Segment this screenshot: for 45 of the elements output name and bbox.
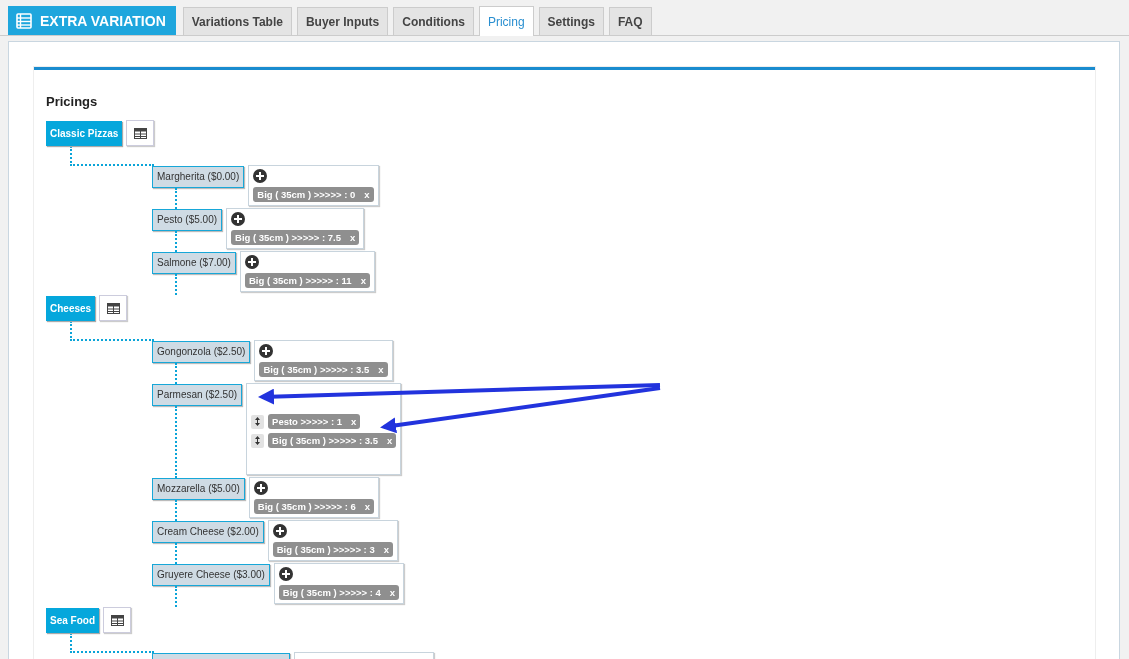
item-label[interactable]: Cream Cheese ($2.00) bbox=[152, 521, 264, 543]
section-title: Pricings bbox=[46, 94, 99, 109]
table-button[interactable] bbox=[99, 295, 128, 321]
connector-line bbox=[175, 274, 177, 295]
rule-text: Big ( 35cm ) >>>>> : 3 bbox=[276, 544, 375, 555]
add-icon[interactable] bbox=[244, 255, 259, 269]
tab[interactable]: FAQ bbox=[608, 7, 652, 35]
drag-handle[interactable] bbox=[251, 433, 265, 448]
tab[interactable]: Pricing bbox=[478, 6, 534, 36]
rule-text: Pesto >>>>> : 1 bbox=[272, 416, 343, 427]
item-label[interactable]: Parmesan ($2.50) bbox=[152, 384, 243, 406]
rule-text: Big ( 35cm ) >>>>> : 0 bbox=[257, 189, 356, 200]
add-icon[interactable] bbox=[278, 567, 293, 581]
drag-handle[interactable] bbox=[251, 414, 265, 429]
item-label[interactable]: Pesto ($5.00) bbox=[152, 209, 223, 231]
rule-text: Big ( 35cm ) >>>>> : 4 bbox=[282, 587, 381, 598]
add-icon[interactable] bbox=[253, 481, 268, 495]
add-icon[interactable] bbox=[259, 344, 274, 358]
brand-title: EXTRA VARIATION bbox=[40, 12, 166, 29]
item-label[interactable]: Gongonzola ($2.50) bbox=[152, 341, 251, 363]
table-icon bbox=[106, 302, 120, 314]
table-icon bbox=[133, 127, 147, 139]
item-label[interactable]: Gruyere Cheese ($3.00) bbox=[152, 564, 270, 586]
table-button[interactable] bbox=[103, 607, 131, 633]
table-icon bbox=[110, 614, 124, 626]
item-label[interactable]: Margherita ($0.00) bbox=[152, 166, 245, 188]
tab[interactable]: Conditions bbox=[393, 7, 474, 35]
tab[interactable]: Variations Table bbox=[182, 7, 292, 35]
add-icon[interactable] bbox=[253, 169, 268, 183]
add-icon[interactable] bbox=[231, 212, 246, 226]
rule-text: Big ( 35cm ) >>>>> : 3.5 bbox=[263, 364, 370, 375]
tab[interactable]: Settings bbox=[538, 7, 604, 35]
rule-text: Big ( 35cm ) >>>>> : 11 bbox=[248, 275, 352, 286]
rule-text: Big ( 35cm ) >>>>> : 6 bbox=[257, 501, 356, 512]
add-icon[interactable] bbox=[272, 524, 287, 538]
table-button[interactable] bbox=[126, 120, 155, 146]
tab[interactable]: Buyer Inputs bbox=[296, 7, 389, 35]
item-label[interactable]: Salmone ($7.00) bbox=[152, 252, 236, 274]
rule-text: Big ( 35cm ) >>>>> : 3.5 bbox=[272, 435, 378, 446]
rule-text: Big ( 35cm ) >>>>> : 7.5 bbox=[235, 232, 341, 243]
list-icon bbox=[16, 12, 32, 29]
up-down-arrow-icon bbox=[255, 417, 261, 426]
item-label[interactable]: Mozzarella ($5.00) bbox=[152, 478, 245, 500]
up-down-arrow-icon bbox=[255, 436, 261, 445]
connector-line bbox=[175, 586, 177, 607]
